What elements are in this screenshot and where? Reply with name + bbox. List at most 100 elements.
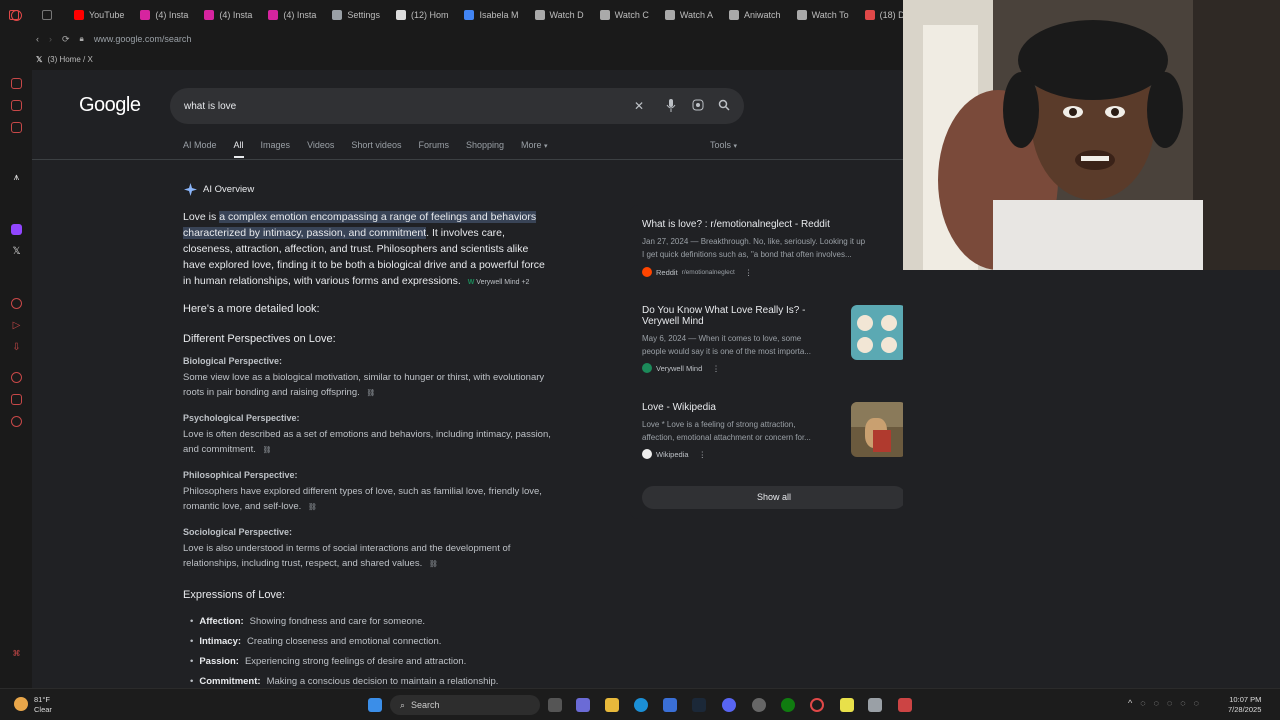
tab-forums[interactable]: Forums — [418, 140, 449, 158]
tab-label: (4) Insta — [219, 10, 253, 20]
weather-icon[interactable] — [14, 697, 28, 711]
start-icon[interactable] — [368, 698, 382, 712]
extensions-icon[interactable] — [11, 394, 22, 405]
tools-button[interactable]: Tools ▾ — [710, 140, 737, 150]
more-options-icon[interactable]: ⋮ — [745, 268, 753, 277]
browser-tab[interactable]: (4) Insta — [196, 0, 260, 30]
browser-tab[interactable]: Watch To — [789, 0, 857, 30]
store-icon[interactable] — [663, 698, 677, 712]
tab-label: Settings — [347, 10, 380, 20]
microphone-icon[interactable] — [664, 99, 678, 113]
bookmark-home-x[interactable]: (3) Home / X — [47, 55, 92, 64]
perspective-line-2-text: relationships, including trust, respect,… — [183, 558, 423, 569]
reload-icon[interactable]: ⟳ — [62, 34, 70, 45]
settings-icon[interactable] — [11, 416, 22, 427]
link-icon[interactable]: ⛓︎ — [263, 447, 272, 454]
browser-tab[interactable]: Watch A — [657, 0, 721, 30]
clock-icon[interactable] — [11, 372, 22, 383]
more-options-icon[interactable]: ⋮ — [699, 450, 707, 459]
edge-icon[interactable] — [634, 698, 648, 712]
notes-icon[interactable] — [840, 698, 854, 712]
app2-icon[interactable] — [868, 698, 882, 712]
source-card-wikipedia[interactable]: Love - Wikipedia Love * Love is a feelin… — [642, 402, 842, 459]
back-icon[interactable]: ‹ — [36, 34, 39, 44]
tab-ai-mode[interactable]: AI Mode — [183, 140, 217, 158]
wikipedia-thumbnail[interactable] — [851, 402, 903, 457]
discord-icon[interactable] — [722, 698, 736, 712]
browser-tab[interactable]: Isabela M — [456, 0, 526, 30]
link-icon[interactable]: ⛓︎ — [429, 561, 438, 568]
forward-icon[interactable]: › — [49, 34, 52, 44]
clock[interactable]: 10:07 PM 7/28/2025 — [1228, 695, 1261, 715]
link-icon[interactable]: ⛓︎ — [366, 390, 375, 397]
browser-tab[interactable]: (4) Insta — [132, 0, 196, 30]
show-all-button[interactable]: Show all — [642, 486, 903, 509]
xbox-icon[interactable] — [781, 698, 795, 712]
browser-tab[interactable]: Aniwatch — [721, 0, 789, 30]
taskbar-search[interactable]: ⌕ Search — [390, 695, 540, 715]
lens-icon[interactable] — [691, 99, 705, 113]
expressions-list: • Affection: Showing fondness and care for… — [190, 611, 630, 688]
weather-widget[interactable]: 81°F Clear — [34, 695, 52, 715]
tab-more[interactable]: More ▾ — [521, 140, 548, 158]
detail-heading: Here's a more detailed look: — [183, 303, 320, 315]
aria-icon[interactable] — [11, 78, 22, 89]
tab-shopping[interactable]: Shopping — [466, 140, 504, 158]
source-card-reddit[interactable]: What is love? : r/emotionalneglect - Red… — [642, 219, 903, 277]
expression-term: Intimacy: — [199, 635, 242, 647]
browser-tab[interactable]: (12) Hom — [388, 0, 457, 30]
whatsapp-icon[interactable] — [11, 122, 22, 133]
source-title[interactable]: Love - Wikipedia — [642, 402, 842, 413]
link-icon[interactable]: ⛓︎ — [308, 504, 317, 511]
twitch-icon[interactable] — [11, 224, 22, 235]
pinboard-icon[interactable] — [11, 100, 22, 111]
source-card-verywell[interactable]: Do You Know What Love Really Is? - Veryw… — [642, 305, 842, 373]
browser-tab[interactable]: (4) Insta — [260, 0, 324, 30]
more-options-icon[interactable]: ⋮ — [712, 364, 720, 373]
tab-videos[interactable]: Videos — [307, 140, 334, 158]
verywell-thumbnail[interactable] — [851, 305, 903, 360]
ai-icon[interactable]: ⩚ — [11, 172, 22, 183]
task-view-icon[interactable] — [548, 698, 562, 712]
google-logo[interactable]: Google — [79, 94, 141, 117]
source-snippet-2: I get quick definitions such as, "a bond… — [642, 250, 852, 259]
more-icon[interactable]: ⌘ — [11, 648, 22, 659]
list-item: • Passion: Experiencing strong feelings of… — [190, 651, 630, 671]
browser-tab[interactable]: Settings — [324, 0, 388, 30]
search-box[interactable]: what is love — [170, 88, 744, 124]
intro-source-chip[interactable]: W Verywell Mind +2 — [468, 279, 530, 286]
file-explorer-icon[interactable] — [605, 698, 619, 712]
search-icon[interactable] — [717, 99, 731, 113]
site-info-icon[interactable]: 🔒︎ — [80, 34, 84, 44]
tab-short-videos[interactable]: Short videos — [351, 140, 401, 158]
perspectives-list: Biological Perspective: Some view love a… — [183, 356, 623, 584]
browser-tab[interactable]: Watch C — [592, 0, 657, 30]
source-snippet-1: Jan 27, 2024 — Breakthrough. No, like, s… — [642, 237, 866, 246]
app-icon[interactable] — [752, 698, 766, 712]
tab-images[interactable]: Images — [261, 140, 291, 158]
steam-icon[interactable] — [692, 698, 706, 712]
expression-text: Creating closeness and emotional connect… — [247, 635, 442, 647]
perspective-line-1: Some view love as a biological motivatio… — [183, 372, 545, 383]
source-title-2[interactable]: Verywell Mind — [642, 316, 842, 327]
downloads-icon[interactable]: ⇩ — [11, 342, 22, 353]
opera-gx-icon[interactable] — [810, 698, 824, 712]
system-tray[interactable]: ^◌◌◌◌◌ — [1128, 698, 1207, 708]
opera-icon[interactable] — [11, 10, 22, 21]
obs-icon[interactable] — [898, 698, 912, 712]
address-bar[interactable]: www.google.com/search — [94, 34, 192, 44]
source-snippet-1: May 6, 2024 — When it comes to love, som… — [642, 334, 802, 343]
source-site-name: Reddit — [656, 267, 678, 277]
player-icon[interactable]: ▷ — [11, 320, 22, 331]
source-title[interactable]: What is love? : r/emotionalneglect - Red… — [642, 219, 903, 230]
source-title[interactable]: Do You Know What Love Really Is? - — [642, 305, 842, 316]
tab-all[interactable]: All — [233, 140, 244, 158]
clear-icon[interactable]: ✕ — [632, 99, 646, 113]
x-sidebar-icon[interactable]: 𝕏 — [11, 246, 22, 257]
copilot-icon[interactable] — [576, 698, 590, 712]
history-icon[interactable] — [11, 298, 22, 309]
browser-tab[interactable]: Watch D — [527, 0, 592, 30]
search-input[interactable]: what is love — [184, 101, 236, 112]
browser-tab[interactable]: YouTube — [66, 0, 132, 30]
browser-tab[interactable] — [33, 0, 66, 30]
